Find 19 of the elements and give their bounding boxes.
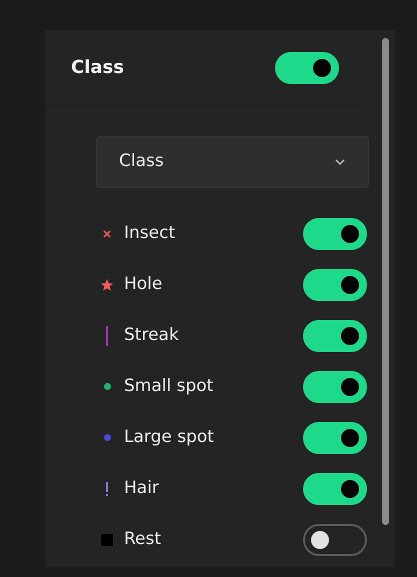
toggle-switch[interactable] — [303, 422, 367, 454]
toggle-switch[interactable] — [303, 370, 367, 402]
class-label: Large spot — [124, 426, 214, 449]
class-label: Insect — [124, 222, 176, 245]
class-label: Streak — [124, 324, 179, 347]
scrollbar[interactable] — [382, 38, 389, 525]
class-dropdown[interactable]: Class — [96, 136, 369, 188]
class-label: Hair — [124, 476, 159, 500]
toggle-switch[interactable] — [275, 52, 339, 84]
toggle-switch[interactable] — [303, 472, 367, 504]
class-label: Rest — [124, 528, 162, 551]
toggle-switch[interactable] — [303, 320, 367, 352]
toggle-switch[interactable] — [303, 524, 367, 556]
class-label: Small spot — [124, 374, 214, 398]
toggle-switch[interactable] — [303, 218, 367, 250]
chevron-down-icon — [334, 158, 346, 166]
class-label: Hole — [124, 272, 162, 296]
toggle-switch[interactable] — [303, 268, 367, 300]
section-title: Class — [71, 56, 124, 80]
